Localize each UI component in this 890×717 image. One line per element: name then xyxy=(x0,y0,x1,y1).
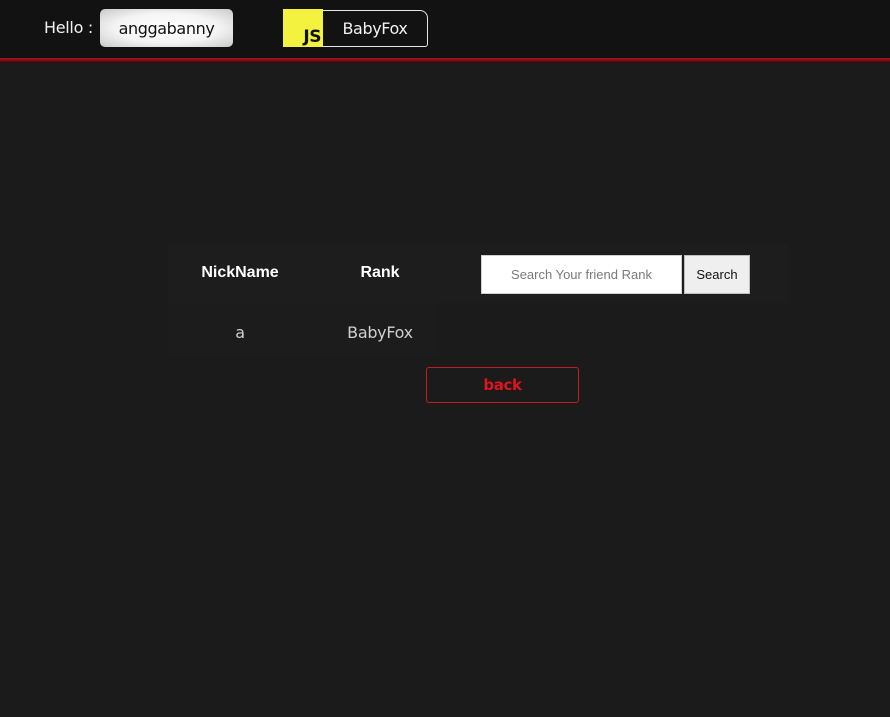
search-input[interactable] xyxy=(481,255,682,294)
js-logo-icon: JS xyxy=(283,9,323,47)
current-rank-badge[interactable]: BabyFox xyxy=(323,10,428,47)
js-logo-text: JS xyxy=(303,27,321,47)
greeting-label: Hello : xyxy=(44,18,93,37)
back-button[interactable]: back xyxy=(426,367,579,403)
top-bar-divider xyxy=(0,58,890,63)
cell-rank: BabyFox xyxy=(347,323,413,342)
column-header-rank: Rank xyxy=(360,264,400,281)
username-badge[interactable]: anggabanny xyxy=(100,9,233,47)
column-header-nickname: NickName xyxy=(201,264,279,281)
search-button[interactable]: Search xyxy=(684,255,750,294)
cell-nickname: a xyxy=(235,323,245,342)
